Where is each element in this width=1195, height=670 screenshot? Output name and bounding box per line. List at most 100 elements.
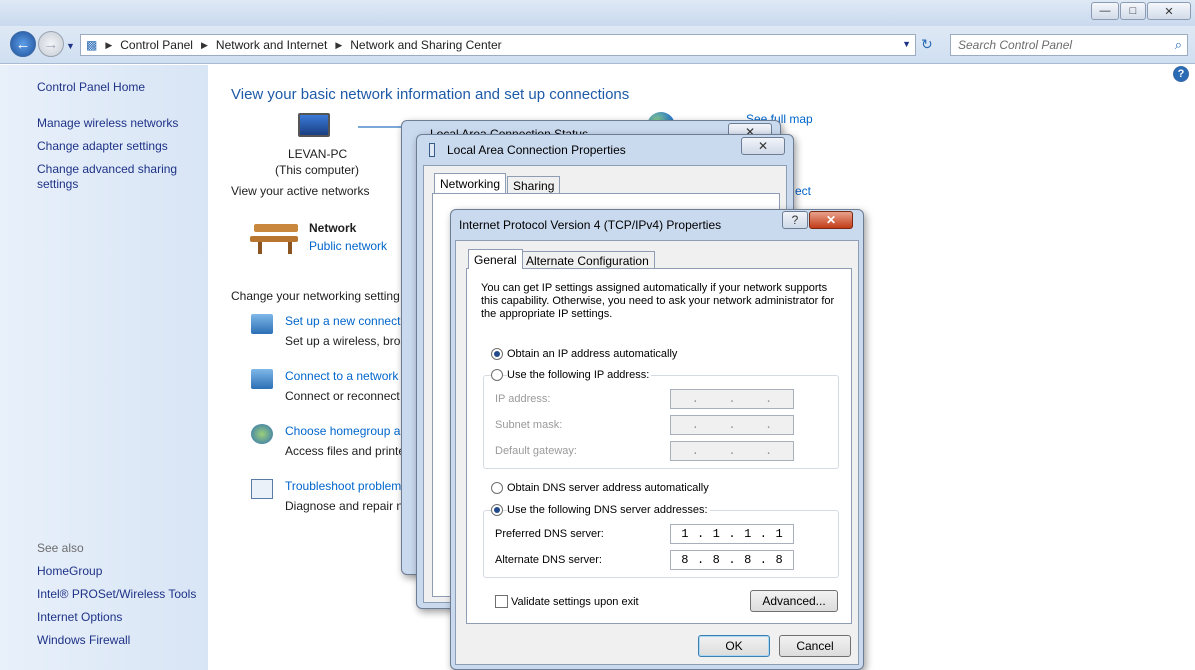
subnet-mask-field[interactable]: ... — [670, 415, 794, 435]
maximize-button[interactable]: □ — [1120, 2, 1146, 20]
back-arrow-icon: ← — [15, 35, 31, 53]
cancel-button[interactable]: Cancel — [779, 635, 851, 657]
network-name: Network — [309, 221, 357, 235]
ok-button[interactable]: OK — [698, 635, 770, 657]
sidebar-item-advanced-sharing[interactable]: Change advanced sharing — [37, 161, 177, 177]
alternate-dns-field[interactable]: 8. 8. 8. 8 — [670, 550, 794, 570]
connect-disconnect-link[interactable]: ect — [795, 184, 811, 198]
sidebar-item-advanced-sharing-2[interactable]: settings — [37, 176, 78, 192]
minimize-button[interactable]: — — [1091, 2, 1119, 20]
bench-network-icon — [250, 220, 300, 254]
window-titlebar: — □ ✕ — [0, 0, 1195, 26]
alt-dns-octet: 8 — [712, 553, 720, 567]
properties-close-icon[interactable]: ✕ — [741, 137, 785, 155]
subnet-mask-label: Subnet mask: — [495, 419, 563, 431]
setup-connection-icon — [251, 314, 273, 334]
network-cable-icon — [429, 143, 435, 157]
ip-address-field[interactable]: ... — [670, 389, 794, 409]
troubleshoot-icon — [251, 479, 273, 499]
pref-dns-octet: 1 — [712, 527, 720, 541]
alt-dns-octet: 8 — [681, 553, 689, 567]
search-input[interactable]: Search Control Panel ⌕ — [950, 34, 1188, 56]
see-also-proset[interactable]: Intel® PROSet/Wireless Tools — [37, 586, 196, 602]
validate-label: Validate settings upon exit — [511, 596, 639, 608]
see-also-homegroup[interactable]: HomeGroup — [37, 563, 102, 579]
task-connect-desc: Connect or reconnect — [285, 389, 400, 403]
map-connector-line — [358, 126, 406, 128]
use-dns-radio[interactable] — [491, 504, 503, 516]
back-button[interactable]: ← — [10, 31, 36, 57]
alt-dns-octet: 8 — [775, 553, 783, 567]
refresh-icon[interactable]: ↻ — [921, 36, 933, 53]
breadcrumb-chevron-icon: ▶ — [105, 39, 113, 50]
see-also-firewall[interactable]: Windows Firewall — [37, 632, 130, 648]
recent-pages-chevron-icon[interactable]: ▼ — [66, 41, 75, 51]
task-setup-link[interactable]: Set up a new connecti — [285, 314, 403, 328]
see-also-internet-options[interactable]: Internet Options — [37, 609, 122, 625]
validate-checkbox[interactable] — [495, 595, 508, 608]
network-folder-icon: ▩ — [86, 38, 98, 52]
sidebar-item-adapter[interactable]: Change adapter settings — [37, 138, 168, 154]
obtain-ip-label: Obtain an IP address automatically — [507, 348, 678, 360]
properties-window-title: Local Area Connection Properties — [447, 143, 626, 157]
default-gateway-label: Default gateway: — [495, 445, 577, 457]
forward-button[interactable]: → — [38, 31, 64, 57]
sidebar: Control Panel Home Manage wireless netwo… — [0, 65, 208, 670]
obtain-dns-radio[interactable] — [491, 482, 503, 494]
address-bar[interactable]: ▩ ▶ Control Panel ▶ Network and Internet… — [80, 34, 916, 56]
breadcrumb-chevron-icon: ▶ — [200, 39, 208, 50]
intro-text: You can get IP settings assigned automat… — [481, 282, 835, 320]
connect-network-icon — [251, 369, 273, 389]
default-gateway-field[interactable]: ... — [670, 441, 794, 461]
general-tab-body: You can get IP settings assigned automat… — [466, 268, 852, 624]
breadcrumb-control-panel[interactable]: Control Panel — [120, 38, 193, 52]
pref-dns-octet: 1 — [775, 527, 783, 541]
use-ip-radio[interactable] — [491, 369, 503, 381]
alt-dns-octet: 8 — [744, 553, 752, 567]
ipv4-close-button[interactable]: ✕ — [809, 211, 853, 229]
active-networks-label: View your active networks — [231, 184, 370, 198]
obtain-ip-radio[interactable] — [491, 348, 503, 360]
pref-dns-octet: 1 — [681, 527, 689, 541]
task-troubleshoot-desc: Diagnose and repair n — [285, 499, 404, 513]
breadcrumb-network-internet[interactable]: Network and Internet — [216, 38, 327, 52]
change-settings-label: Change your networking setting — [231, 289, 400, 303]
breadcrumb-network-sharing[interactable]: Network and Sharing Center — [350, 38, 501, 52]
computer-icon — [298, 113, 330, 137]
use-ip-label: Use the following IP address: — [507, 369, 652, 381]
computer-subtitle: (This computer) — [275, 163, 360, 177]
task-homegroup-desc: Access files and printe — [285, 444, 406, 458]
advanced-button[interactable]: Advanced... — [750, 590, 838, 612]
search-placeholder: Search Control Panel — [958, 38, 1073, 52]
alternate-dns-label: Alternate DNS server: — [495, 554, 602, 566]
address-dropdown-icon[interactable]: ▼ — [902, 39, 911, 49]
ipv4-dialog: Internet Protocol Version 4 (TCP/IPv4) P… — [450, 209, 864, 670]
task-troubleshoot-link[interactable]: Troubleshoot problem — [285, 479, 401, 493]
pref-dns-octet: 1 — [744, 527, 752, 541]
tab-alternate-configuration[interactable]: Alternate Configuration — [520, 251, 655, 269]
tab-general[interactable]: General — [468, 249, 523, 269]
task-setup-desc: Set up a wireless, broa — [285, 334, 408, 348]
tab-networking[interactable]: Networking — [434, 173, 507, 193]
ipv4-dialog-title: Internet Protocol Version 4 (TCP/IPv4) P… — [459, 218, 722, 232]
network-type-link[interactable]: Public network — [309, 239, 387, 253]
close-button[interactable]: ✕ — [1147, 2, 1191, 20]
task-connect-link[interactable]: Connect to a network — [285, 369, 398, 383]
help-icon[interactable]: ? — [1173, 66, 1189, 82]
page-title: View your basic network information and … — [231, 86, 630, 103]
homegroup-icon — [251, 424, 273, 444]
obtain-dns-label: Obtain DNS server address automatically — [507, 482, 709, 494]
preferred-dns-field[interactable]: 1. 1. 1. 1 — [670, 524, 794, 544]
task-homegroup-link[interactable]: Choose homegroup a — [285, 424, 400, 438]
computer-name: LEVAN-PC — [288, 147, 348, 161]
sidebar-item-wireless[interactable]: Manage wireless networks — [37, 115, 178, 131]
tab-sharing[interactable]: Sharing — [507, 176, 561, 193]
ip-address-label: IP address: — [495, 393, 551, 405]
sidebar-home-link[interactable]: Control Panel Home — [37, 79, 145, 95]
search-icon[interactable]: ⌕ — [1175, 37, 1182, 53]
use-dns-label: Use the following DNS server addresses: — [507, 504, 710, 516]
preferred-dns-label: Preferred DNS server: — [495, 528, 604, 540]
breadcrumb-chevron-icon: ▶ — [335, 39, 343, 50]
see-also-title: See also — [37, 541, 84, 555]
help-button[interactable]: ? — [782, 211, 808, 229]
